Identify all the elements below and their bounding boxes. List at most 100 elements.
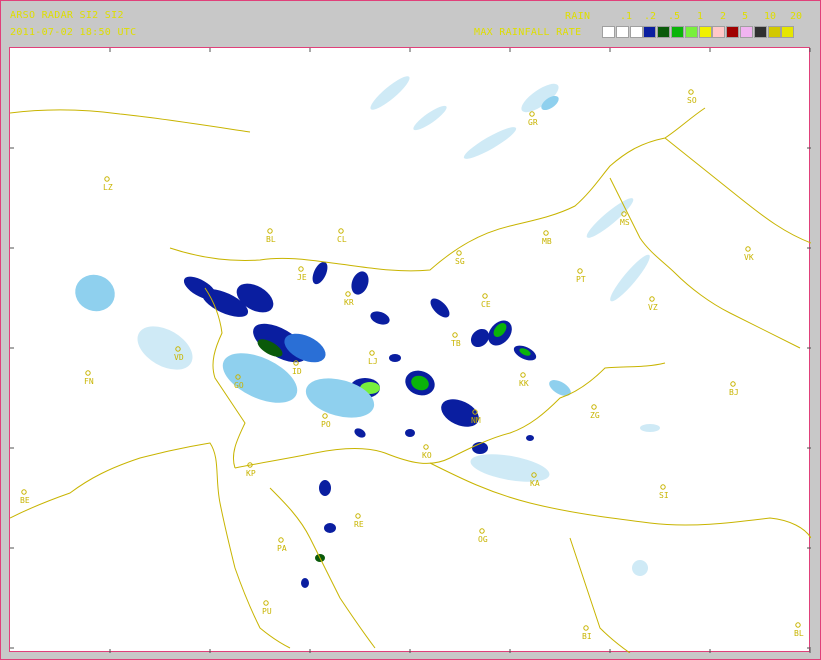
city-label: BJ [729, 388, 739, 397]
city-dot [688, 89, 694, 95]
city-label: JE [297, 273, 307, 282]
city-marker: KR [344, 291, 354, 307]
city-marker: SO [687, 89, 697, 105]
border-south [569, 537, 631, 653]
city-marker: TB [451, 332, 461, 348]
precipitation-echoes [75, 76, 660, 588]
legend-swatch [602, 26, 615, 38]
echo-cell [319, 480, 331, 496]
legend-swatch [768, 26, 781, 38]
city-label: RE [354, 520, 364, 529]
city-dot [322, 413, 328, 419]
city-label: ZG [590, 411, 600, 420]
rain-label: RAIN [565, 11, 591, 22]
echo-cell [632, 560, 648, 576]
city-marker: ZG [590, 404, 600, 420]
city-marker: JE [297, 266, 307, 282]
echo-cell [75, 274, 115, 312]
echo-cell [301, 578, 309, 588]
city-marker: ID [292, 360, 302, 376]
city-marker: KO [422, 444, 432, 460]
echo-cell [413, 105, 447, 131]
city-marker: SG [455, 250, 465, 266]
city-marker: PU [262, 600, 272, 616]
radar-map[interactable]: SO GR LZ BL CL MS MB VK SG JE PT KR CE VZ TB VD LJ ID FN GO… [9, 47, 811, 653]
city-label: SG [455, 257, 465, 266]
city-marker: CL [337, 228, 347, 244]
city-label: PO [321, 420, 331, 429]
city-marker: VK [744, 246, 754, 262]
city-label: BE [20, 496, 30, 505]
city-label: NM [471, 416, 481, 425]
city-label: TB [451, 339, 461, 348]
echo-cell [430, 298, 450, 318]
city-dot [267, 228, 273, 234]
legend-swatch [616, 26, 629, 38]
city-dot [591, 404, 597, 410]
echo-cell [324, 523, 336, 533]
city-label: KA [530, 479, 540, 488]
scale-label: MAX RAINFALL RATE [474, 27, 582, 38]
city-marker: BI [582, 625, 592, 641]
city-dot [338, 228, 344, 234]
echo-cell [370, 76, 410, 110]
legend-swatch [781, 26, 794, 38]
echo-cell [610, 254, 650, 302]
legend-swatch [740, 26, 753, 38]
city-dot [423, 444, 429, 450]
coastline-istria [269, 487, 376, 649]
city-marker: LJ [368, 350, 378, 366]
city-label: VD [174, 353, 184, 362]
city-marker: BL [266, 228, 276, 244]
legend-swatch [630, 26, 643, 38]
city-marker: GR [528, 111, 538, 127]
city-marker: RE [354, 513, 364, 529]
echo-cell [354, 428, 366, 438]
city-marker: BJ [729, 381, 739, 397]
city-marker: VZ [648, 296, 658, 312]
echo-cell [463, 127, 517, 159]
legend-threshold: 20 [789, 11, 803, 22]
legend-swatch [754, 26, 767, 38]
city-marker: PA [277, 537, 287, 553]
city-label: SO [687, 96, 697, 105]
city-dot [482, 293, 488, 299]
city-label: CL [337, 235, 347, 244]
legend-swatch [671, 26, 684, 38]
timestamp: 2011-07-02 18:50 UTC [10, 27, 137, 38]
city-marker: KK [519, 372, 529, 388]
city-label: BL [794, 629, 804, 638]
city-marker: FN [84, 370, 94, 386]
map-canvas: SO GR LZ BL CL MS MB VK SG JE PT KR CE VZ TB VD LJ ID FN GO… [10, 48, 811, 653]
city-label: PT [576, 275, 586, 284]
city-label: KR [344, 298, 354, 307]
city-dot [263, 600, 269, 606]
city-dot [456, 250, 462, 256]
legend-swatch [643, 26, 656, 38]
echo-cell [370, 311, 390, 325]
city-label: MS [620, 218, 630, 227]
city-marker: PO [321, 413, 331, 429]
city-dot [649, 296, 655, 302]
city-label: KK [519, 379, 529, 388]
city-dot [298, 266, 304, 272]
city-label: GR [528, 118, 538, 127]
city-dot [452, 332, 458, 338]
map-ticks [10, 48, 811, 653]
city-dot [660, 484, 666, 490]
city-label: LZ [103, 183, 113, 192]
echo-cell [405, 429, 415, 437]
legend-threshold: 5 [741, 11, 749, 22]
echo-cell [351, 271, 369, 295]
city-label: BI [582, 632, 592, 641]
city-dot [583, 625, 589, 631]
coastline-north [10, 109, 251, 133]
city-dot [745, 246, 751, 252]
product-title: ARSO RADAR SI2 SI2 [10, 10, 124, 21]
legend-swatch [726, 26, 739, 38]
city-marker: OG [478, 528, 488, 544]
city-marker: PT [576, 268, 586, 284]
city-label: VZ [648, 303, 658, 312]
city-label: FN [84, 377, 94, 386]
city-dot [543, 230, 549, 236]
